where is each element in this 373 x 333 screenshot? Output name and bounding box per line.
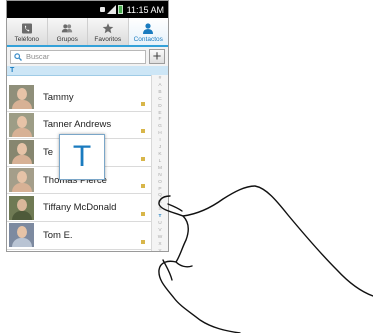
- contact-row[interactable]: Tammy: [7, 84, 152, 112]
- contact-icon: [142, 23, 154, 34]
- star-icon: [102, 23, 114, 34]
- avatar: [9, 223, 34, 248]
- status-bar: 11:15 AM: [7, 1, 168, 18]
- contact-name: Tiffany McDonald: [43, 202, 117, 214]
- tab-telefono[interactable]: Teléfono: [7, 18, 48, 45]
- index-letter[interactable]: A: [158, 83, 161, 90]
- sim-icon: [141, 156, 145, 161]
- tab-grupos[interactable]: Grupos: [48, 18, 88, 45]
- search-input[interactable]: Buscar: [10, 49, 146, 64]
- tab-label: Grupos: [56, 36, 78, 43]
- contact-name: Tammy: [43, 91, 74, 103]
- status-time: 11:15 AM: [126, 4, 164, 15]
- battery-icon: [117, 5, 123, 14]
- sim-icon: [141, 101, 145, 106]
- signal-icon: [106, 5, 116, 14]
- index-letter[interactable]: K: [158, 152, 161, 159]
- sim-icon: [141, 239, 145, 244]
- tab-bar: Teléfono Grupos Favoritos Contactos: [7, 18, 168, 47]
- tab-label: Teléfono: [14, 36, 40, 43]
- alphabet-index[interactable]: #ABCDEFGHIJKLMNOPQRSTUVWXYZ: [151, 75, 168, 251]
- add-contact-button[interactable]: +: [149, 49, 165, 64]
- tab-label: Contactos: [133, 36, 163, 43]
- phone-screen: 11:15 AM Teléfono Grupos Favoritos Conta…: [6, 0, 169, 252]
- index-letter[interactable]: D: [158, 104, 161, 111]
- index-letter[interactable]: U: [158, 221, 161, 228]
- index-letter[interactable]: C: [158, 97, 161, 104]
- index-letter[interactable]: V: [158, 228, 161, 235]
- notification-icon: [99, 7, 105, 12]
- section-header: T: [7, 66, 168, 76]
- index-letter[interactable]: W: [158, 235, 163, 242]
- search-row: Buscar +: [7, 47, 168, 66]
- letter-popup: T: [59, 134, 105, 180]
- contact-row[interactable]: Tiffany McDonald: [7, 194, 152, 222]
- tab-favoritos[interactable]: Favoritos: [88, 18, 129, 45]
- index-letter[interactable]: X: [158, 242, 161, 249]
- search-icon: [14, 52, 22, 61]
- avatar: [9, 140, 34, 165]
- index-letter[interactable]: O: [158, 180, 162, 187]
- avatar: [9, 112, 34, 137]
- avatar: [9, 195, 34, 220]
- tab-contactos[interactable]: Contactos: [128, 18, 168, 45]
- index-letter[interactable]: N: [158, 173, 161, 180]
- search-placeholder: Buscar: [26, 52, 50, 61]
- index-letter[interactable]: Y: [158, 249, 161, 251]
- index-letter[interactable]: T: [159, 214, 162, 221]
- index-letter[interactable]: B: [158, 90, 161, 97]
- tab-label: Favoritos: [94, 36, 122, 43]
- contact-name: Tanner Andrews: [43, 119, 112, 131]
- sim-icon: [141, 211, 145, 216]
- avatar: [9, 85, 34, 110]
- index-letter[interactable]: #: [159, 76, 162, 83]
- groups-icon: [61, 23, 73, 34]
- contact-name: Tom E.: [43, 229, 73, 241]
- index-letter[interactable]: J: [159, 145, 161, 152]
- index-letter[interactable]: L: [159, 159, 162, 166]
- index-letter[interactable]: M: [158, 166, 162, 173]
- status-icons: [99, 5, 123, 14]
- contact-row[interactable]: Tom E.: [7, 221, 152, 250]
- sim-icon: [141, 129, 145, 134]
- avatar: [9, 168, 34, 193]
- phone-icon: [21, 23, 33, 34]
- sim-icon: [141, 184, 145, 189]
